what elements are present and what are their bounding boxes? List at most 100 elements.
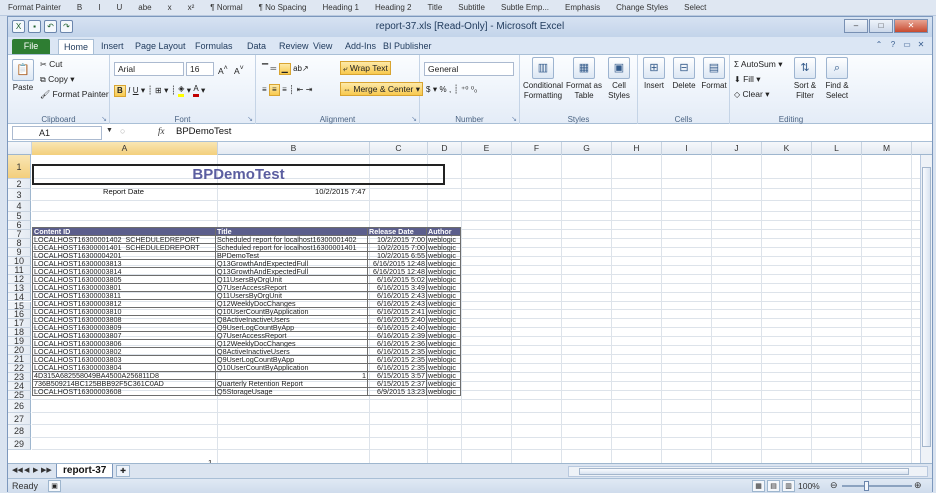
- table-cell[interactable]: Q8ActiveInactiveUsers: [215, 315, 368, 324]
- bold-icon[interactable]: B: [114, 84, 126, 97]
- sheet-tab-report-37[interactable]: report-37: [56, 464, 114, 478]
- tab-data[interactable]: Data: [242, 39, 271, 54]
- vertical-scrollbar[interactable]: [920, 155, 932, 463]
- table-cell[interactable]: LOCALHOST16300003809: [32, 323, 216, 332]
- table-cell[interactable]: weblogic: [426, 243, 461, 252]
- table-cell[interactable]: weblogic: [426, 339, 461, 348]
- table-cell[interactable]: weblogic: [426, 323, 461, 332]
- table-cell[interactable]: Q9UserLogCountByApp: [215, 355, 368, 364]
- table-cell[interactable]: weblogic: [426, 355, 461, 364]
- select-all-corner[interactable]: [8, 142, 32, 155]
- row-header-2[interactable]: 2: [8, 179, 31, 189]
- table-cell[interactable]: LOCALHOST16300003813: [32, 259, 216, 268]
- table-cell[interactable]: LOCALHOST16300001401_SCHEDULEDREPORT: [32, 243, 216, 252]
- currency-icon[interactable]: $: [426, 85, 430, 95]
- row-header-26[interactable]: 26: [8, 399, 31, 413]
- cut-button[interactable]: ✂ Cut: [40, 59, 62, 70]
- insert-cells-button[interactable]: ⊞ Insert: [640, 57, 668, 91]
- table-cell[interactable]: 10/2/2015 7:00: [367, 243, 427, 252]
- next-sheet-icon[interactable]: ▶: [33, 466, 38, 474]
- wrap-text-button[interactable]: ⤶ Wrap Text: [340, 61, 391, 75]
- table-cell[interactable]: weblogic: [426, 291, 461, 300]
- formula-input[interactable]: BPDemoTest: [176, 126, 231, 137]
- zoom-level[interactable]: 100%: [798, 481, 820, 491]
- merge-center-button[interactable]: ⇔ Merge & Center ▾: [340, 82, 424, 96]
- tab-add-ins[interactable]: Add-Ins: [340, 39, 381, 54]
- format-cells-button[interactable]: ▤ Format: [700, 57, 728, 91]
- table-cell[interactable]: weblogic: [426, 235, 461, 244]
- table-cell[interactable]: LOCALHOST16300003608: [32, 387, 216, 396]
- row-header-28[interactable]: 28: [8, 425, 31, 438]
- table-cell[interactable]: weblogic: [426, 363, 461, 372]
- align-bottom-icon[interactable]: ▁: [278, 63, 291, 75]
- horizontal-scroll-thumb[interactable]: [579, 468, 909, 475]
- column-header-G[interactable]: G: [562, 142, 612, 155]
- zoom-in-icon[interactable]: ⊕: [914, 480, 922, 491]
- first-sheet-icon[interactable]: ◀◀: [12, 466, 23, 474]
- paste-button[interactable]: 📋 Paste: [10, 59, 36, 93]
- number-format-box[interactable]: General: [424, 62, 514, 76]
- macro-record-icon[interactable]: ▣: [48, 480, 61, 492]
- borders-icon[interactable]: ⊞: [155, 86, 162, 96]
- table-cell[interactable]: 6/15/2015 3:57: [367, 371, 427, 380]
- tab-insert[interactable]: Insert: [96, 39, 129, 54]
- table-cell[interactable]: LOCALHOST16300003810: [32, 307, 216, 316]
- insert-sheet-icon[interactable]: ✚: [116, 465, 130, 477]
- decrease-indent-icon[interactable]: ⇤: [297, 85, 304, 95]
- table-cell[interactable]: 6/16/2015 2:43: [367, 299, 427, 308]
- tab-file[interactable]: File: [12, 39, 50, 54]
- row-header-3[interactable]: 3: [8, 189, 31, 201]
- table-cell[interactable]: 6/16/2015 2:43: [367, 291, 427, 300]
- table-header-cell[interactable]: Title: [215, 227, 368, 236]
- column-header-J[interactable]: J: [712, 142, 762, 155]
- format-as-table-button[interactable]: ▦ Format as Table: [566, 57, 602, 101]
- prev-sheet-icon[interactable]: ◀: [24, 466, 29, 474]
- zoom-out-icon[interactable]: ⊖: [830, 480, 838, 491]
- italic-icon[interactable]: I: [128, 86, 130, 96]
- worksheet-grid[interactable]: ABCDEFGHIJKLMN 1234567891011121314151617…: [8, 142, 932, 463]
- column-header-K[interactable]: K: [762, 142, 812, 155]
- column-header-L[interactable]: L: [812, 142, 862, 155]
- table-cell[interactable]: LOCALHOST16300003805: [32, 275, 216, 284]
- report-title-cell[interactable]: BPDemoTest: [32, 164, 445, 185]
- column-header-C[interactable]: C: [370, 142, 428, 155]
- fill-button[interactable]: ⬇ Fill ▾: [734, 74, 761, 85]
- minimize-ribbon-icon[interactable]: ⌃: [874, 40, 884, 50]
- page-break-view-icon[interactable]: ▥: [782, 480, 795, 492]
- table-cell[interactable]: weblogic: [426, 379, 461, 388]
- table-cell[interactable]: weblogic: [426, 347, 461, 356]
- table-cell[interactable]: LOCALHOST16300003801: [32, 283, 216, 292]
- table-cell[interactable]: Quarterly Retention Report: [215, 379, 368, 388]
- page-layout-view-icon[interactable]: ▤: [767, 480, 780, 492]
- table-cell[interactable]: Q12WeeklyDocChanges: [215, 299, 368, 308]
- report-date-value[interactable]: 10/2/2015 7:47: [315, 187, 366, 196]
- table-cell[interactable]: 6/16/2015 3:49: [367, 283, 427, 292]
- table-cell[interactable]: 736B509214BC125BBB92F5C361C0AD: [32, 379, 216, 388]
- align-right-icon[interactable]: ≡: [282, 85, 287, 95]
- table-cell[interactable]: 10/2/2015 6:55: [367, 251, 427, 260]
- font-launcher-icon[interactable]: ↘: [247, 115, 253, 123]
- table-header-cell[interactable]: Release Date: [367, 227, 427, 236]
- align-center-icon[interactable]: ≡: [269, 84, 280, 96]
- insert-function-icon[interactable]: fx: [158, 126, 165, 136]
- table-cell[interactable]: Q9UserLogCountByApp: [215, 323, 368, 332]
- tab-page-layout[interactable]: Page Layout: [130, 39, 191, 54]
- table-cell[interactable]: 6/16/2015 12:48: [367, 259, 427, 268]
- percent-icon[interactable]: %: [439, 85, 446, 95]
- row-header-25[interactable]: 25: [8, 391, 31, 400]
- font-size-box[interactable]: 16: [186, 62, 214, 76]
- tab-view[interactable]: View: [308, 39, 337, 54]
- fill-color-icon[interactable]: ◈: [178, 84, 185, 97]
- table-cell[interactable]: LOCALHOST16300003803: [32, 355, 216, 364]
- table-cell[interactable]: weblogic: [426, 331, 461, 340]
- table-header-cell[interactable]: Author: [426, 227, 461, 236]
- column-header-M[interactable]: M: [862, 142, 912, 155]
- name-box-dropdown-icon[interactable]: ▼: [106, 127, 113, 134]
- zoom-slider[interactable]: [842, 485, 912, 487]
- table-cell[interactable]: LOCALHOST16300003806: [32, 339, 216, 348]
- clipboard-launcher-icon[interactable]: ↘: [101, 115, 107, 123]
- grow-font-icon[interactable]: A˄: [218, 63, 228, 77]
- increase-indent-icon[interactable]: ⇥: [306, 85, 313, 95]
- table-cell[interactable]: weblogic: [426, 299, 461, 308]
- table-cell[interactable]: Scheduled report for localhost1630000140…: [215, 235, 368, 244]
